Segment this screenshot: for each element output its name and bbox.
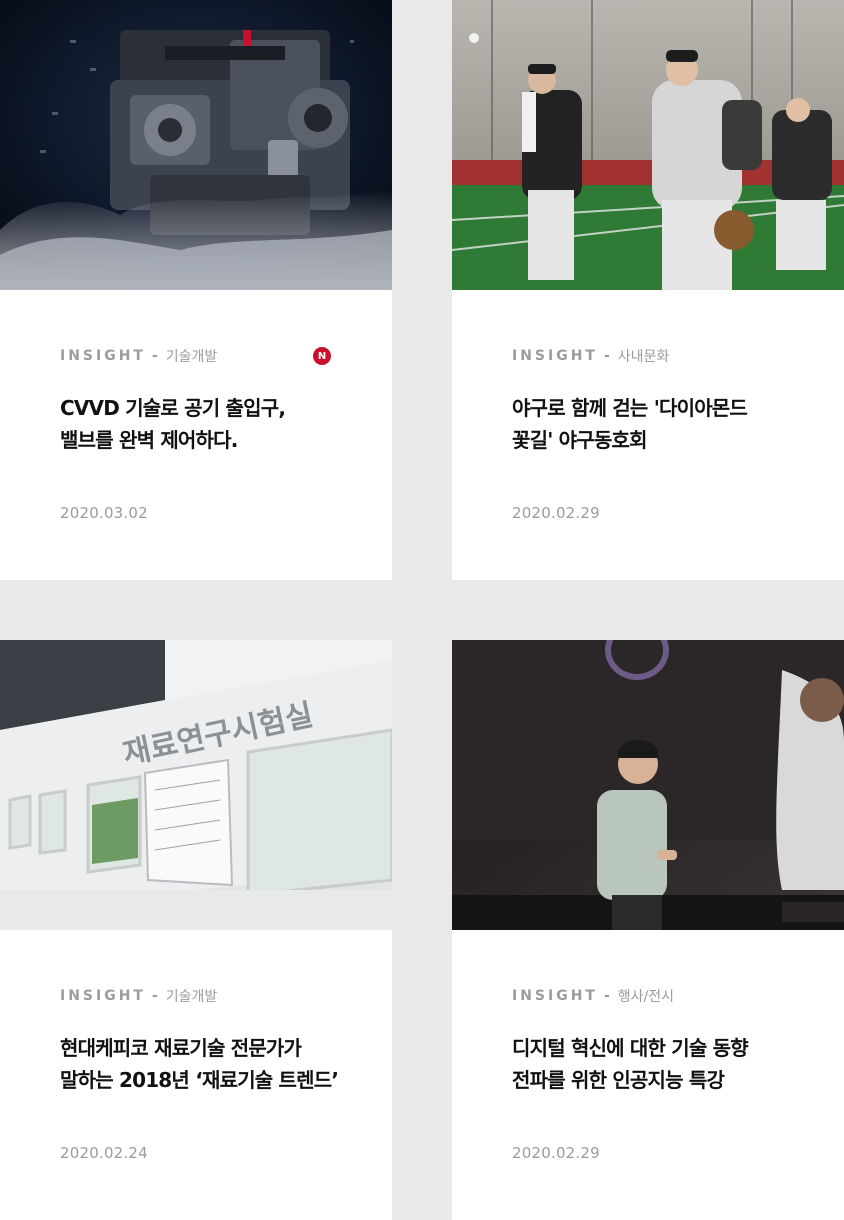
title-line: 밸브를 완벽 제어하다. — [60, 428, 238, 452]
article-card-baseball[interactable]: INSIGHT - 사내문화 야구로 함께 걷는 '다이아몬드 꽃길' 야구동호… — [452, 0, 844, 580]
engine-photo[interactable] — [0, 0, 392, 290]
title-line: 전파를 위한 인공지능 특강 — [512, 1068, 725, 1092]
article-date: 2020.02.24 — [60, 1144, 148, 1162]
category-label: 기술개발 — [165, 989, 218, 1005]
article-title[interactable]: CVVD 기술로 공기 출입구, 밸브를 완벽 제어하다. — [60, 392, 360, 456]
article-card-materials[interactable]: 재료연구시험실 INSIGHT - 기술개발 현대케피코 재료기술 전문가가 말… — [0, 640, 392, 1220]
title-line: 말하는 2018년 ‘재료기술 트렌드’ — [60, 1068, 339, 1092]
article-card-ai-lecture[interactable]: INSIGHT - 행사/전시 디지털 혁신에 대한 기술 동향 전파를 위한 … — [452, 640, 844, 1220]
category-label: 기술개발 — [165, 349, 218, 365]
card-meta: INSIGHT - 행사/전시 — [512, 986, 674, 1006]
article-date: 2020.03.02 — [60, 504, 148, 522]
meta-separator: - — [151, 988, 158, 1004]
card-meta: INSIGHT - 기술개발 — [60, 986, 217, 1006]
kicker-label: INSIGHT — [512, 348, 598, 364]
article-title[interactable]: 현대케피코 재료기술 전문가가 말하는 2018년 ‘재료기술 트렌드’ — [60, 1032, 360, 1096]
category-label: 사내문화 — [617, 349, 670, 365]
lecture-speaker-photo[interactable] — [452, 640, 844, 930]
article-title[interactable]: 디지털 혁신에 대한 기술 동향 전파를 위한 인공지능 특강 — [512, 1032, 812, 1096]
meta-separator: - — [151, 348, 158, 364]
article-date: 2020.02.29 — [512, 504, 600, 522]
title-line: CVVD 기술로 공기 출입구, — [60, 396, 286, 420]
baseball-club-photo[interactable] — [452, 0, 844, 290]
title-line: 꽃길' 야구동호회 — [512, 428, 647, 452]
article-title[interactable]: 야구로 함께 걷는 '다이아몬드 꽃길' 야구동호회 — [512, 392, 812, 456]
new-badge: N — [313, 347, 331, 365]
kicker-label: INSIGHT — [60, 988, 146, 1004]
title-line: 야구로 함께 걷는 '다이아몬드 — [512, 396, 748, 420]
card-meta: INSIGHT - 사내문화 — [512, 346, 669, 366]
article-date: 2020.02.29 — [512, 1144, 600, 1162]
category-label: 행사/전시 — [617, 989, 675, 1005]
materials-lab-photo[interactable]: 재료연구시험실 — [0, 640, 392, 930]
meta-separator: - — [603, 988, 610, 1004]
card-meta: INSIGHT - 기술개발 — [60, 346, 217, 366]
title-line: 디지털 혁신에 대한 기술 동향 — [512, 1036, 749, 1060]
article-card-cvvd[interactable]: INSIGHT - 기술개발 N CVVD 기술로 공기 출입구, 밸브를 완벽… — [0, 0, 392, 580]
kicker-label: INSIGHT — [512, 988, 598, 1004]
kicker-label: INSIGHT — [60, 348, 146, 364]
meta-separator: - — [603, 348, 610, 364]
title-line: 현대케피코 재료기술 전문가가 — [60, 1036, 302, 1060]
